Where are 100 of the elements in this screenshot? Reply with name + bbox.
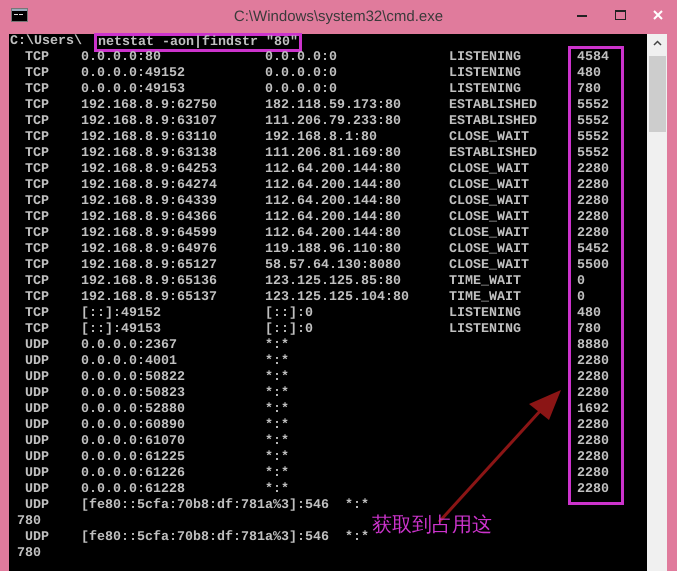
foreign-address-text: [::]:0 [265, 322, 314, 338]
pid-text: 2280 [577, 210, 609, 226]
state-text: ESTABLISHED [449, 98, 537, 114]
local-address-text: 0.0.0.0:4001 [81, 354, 178, 370]
foreign-address-text: 123.125.125.85:80 [265, 274, 402, 290]
scrollbar-thumb[interactable] [648, 56, 666, 132]
pid-text: 4584 [577, 50, 609, 66]
state-text: CLOSE_WAIT [449, 194, 529, 210]
protocol-text: TCP [25, 114, 50, 130]
local-address-text: [::]:49152 [81, 306, 162, 322]
protocol-text: TCP [25, 274, 50, 290]
local-address-text: [fe80::5cfa:70b8:df:781a%3]:546 [81, 498, 329, 514]
pid-text: 5452 [577, 242, 609, 258]
foreign-address-text: *:* [265, 386, 290, 402]
local-address-text: 192.168.8.9:64253 [81, 162, 218, 178]
protocol-text: TCP [25, 66, 50, 82]
foreign-address-text: 111.206.79.233:80 [265, 114, 402, 130]
scrollbar[interactable] [647, 34, 667, 571]
local-address-text: 0.0.0.0:49152 [81, 66, 186, 82]
pid-text: 2280 [577, 226, 609, 242]
pid-text: 480 [577, 306, 601, 322]
scroll-up-icon[interactable] [652, 40, 662, 46]
local-address-text: 192.168.8.9:63110 [81, 130, 218, 146]
local-address-text: 0.0.0.0:60890 [81, 418, 186, 434]
state-text: CLOSE_WAIT [449, 130, 529, 146]
local-address-text: 192.168.8.9:65136 [81, 274, 218, 290]
pid-text: 480 [577, 66, 601, 82]
pid-text: 2280 [577, 418, 609, 434]
foreign-address-text: 112.64.200.144:80 [265, 226, 402, 242]
state-text: LISTENING [449, 66, 521, 82]
protocol-text: UDP [25, 338, 50, 354]
foreign-address-text: 0.0.0.0:0 [265, 50, 338, 66]
state-text: CLOSE_WAIT [449, 178, 529, 194]
state-text: LISTENING [449, 82, 521, 98]
protocol-text: UDP [25, 354, 50, 370]
foreign-address-text: 112.64.200.144:80 [265, 178, 402, 194]
foreign-address-text: [::]:0 [265, 306, 314, 322]
protocol-text: TCP [25, 130, 50, 146]
state-text: CLOSE_WAIT [449, 242, 529, 258]
pid-text: 1692 [577, 402, 609, 418]
pid-text: 0 [577, 290, 585, 306]
foreign-address-text: *:* [265, 402, 290, 418]
foreign-address-text: 182.118.59.173:80 [265, 98, 402, 114]
foreign-address-text: 112.64.200.144:80 [265, 162, 402, 178]
pid-text: 780 [577, 322, 601, 338]
pid-text: 2280 [577, 354, 609, 370]
protocol-text: TCP [25, 50, 50, 66]
foreign-address-text: 0.0.0.0:0 [265, 82, 338, 98]
pid-text: 8880 [577, 338, 609, 354]
local-address-text: 0.0.0.0:80 [81, 50, 162, 66]
protocol-text: UDP [25, 466, 50, 482]
foreign-address-text: 58.57.64.130:8080 [265, 258, 402, 274]
local-address-text: 192.168.8.9:63107 [81, 114, 218, 130]
foreign-address-text: *:* [265, 450, 290, 466]
pid-text: 2280 [577, 434, 609, 450]
state-text: TIME_WAIT [449, 290, 521, 306]
console-app-icon [11, 8, 28, 22]
local-address-text: 0.0.0.0:50822 [81, 370, 186, 386]
state-text: CLOSE_WAIT [449, 210, 529, 226]
command-text: netstat -aon|findstr "80" [94, 32, 302, 52]
state-text: ESTABLISHED [449, 114, 537, 130]
foreign-address-text: 119.188.96.110:80 [265, 242, 402, 258]
foreign-address-text: 111.206.81.169:80 [265, 146, 402, 162]
protocol-text: TCP [25, 258, 50, 274]
foreign-address-text: *:* [265, 370, 290, 386]
protocol-text: TCP [25, 98, 50, 114]
state-text: CLOSE_WAIT [449, 258, 529, 274]
prompt-text: C:\Users\ [10, 34, 82, 50]
pid-text: 5500 [577, 258, 609, 274]
protocol-text: UDP [25, 418, 50, 434]
protocol-text: UDP [25, 434, 50, 450]
pid-text: 2280 [577, 386, 609, 402]
local-address-text: 0.0.0.0:2367 [81, 338, 178, 354]
state-text: TIME_WAIT [449, 274, 521, 290]
pid-text: 2280 [577, 482, 609, 498]
local-address-text: 192.168.8.9:62750 [81, 98, 218, 114]
pid-text: 0 [577, 274, 585, 290]
state-text: LISTENING [449, 322, 521, 338]
protocol-text: TCP [25, 178, 50, 194]
foreign-address-text: *:* [344, 530, 369, 546]
pid-text: 5552 [577, 98, 609, 114]
pid-text: 2280 [577, 162, 609, 178]
local-address-text: 0.0.0.0:61228 [81, 482, 186, 498]
foreign-address-text: 112.64.200.144:80 [265, 194, 402, 210]
pid-text: 2280 [577, 450, 609, 466]
protocol-text: UDP [25, 370, 50, 386]
local-address-text: 192.168.8.9:64976 [81, 242, 218, 258]
pid-text: 2280 [577, 178, 609, 194]
foreign-address-text: 123.125.125.104:80 [265, 290, 410, 306]
foreign-address-text: 192.168.8.1:80 [265, 130, 378, 146]
local-address-text: [::]:49153 [81, 322, 162, 338]
local-address-text: 0.0.0.0:61225 [81, 450, 186, 466]
local-address-text: 0.0.0.0:61070 [81, 434, 186, 450]
local-address-text: [fe80::5cfa:70b8:df:781a%3]:546 [81, 530, 329, 546]
close-icon [653, 10, 663, 20]
protocol-text: TCP [25, 306, 50, 322]
protocol-text: TCP [25, 242, 50, 258]
local-address-text: 192.168.8.9:64274 [81, 178, 218, 194]
foreign-address-text: *:* [265, 338, 290, 354]
local-address-text: 0.0.0.0:49153 [81, 82, 186, 98]
